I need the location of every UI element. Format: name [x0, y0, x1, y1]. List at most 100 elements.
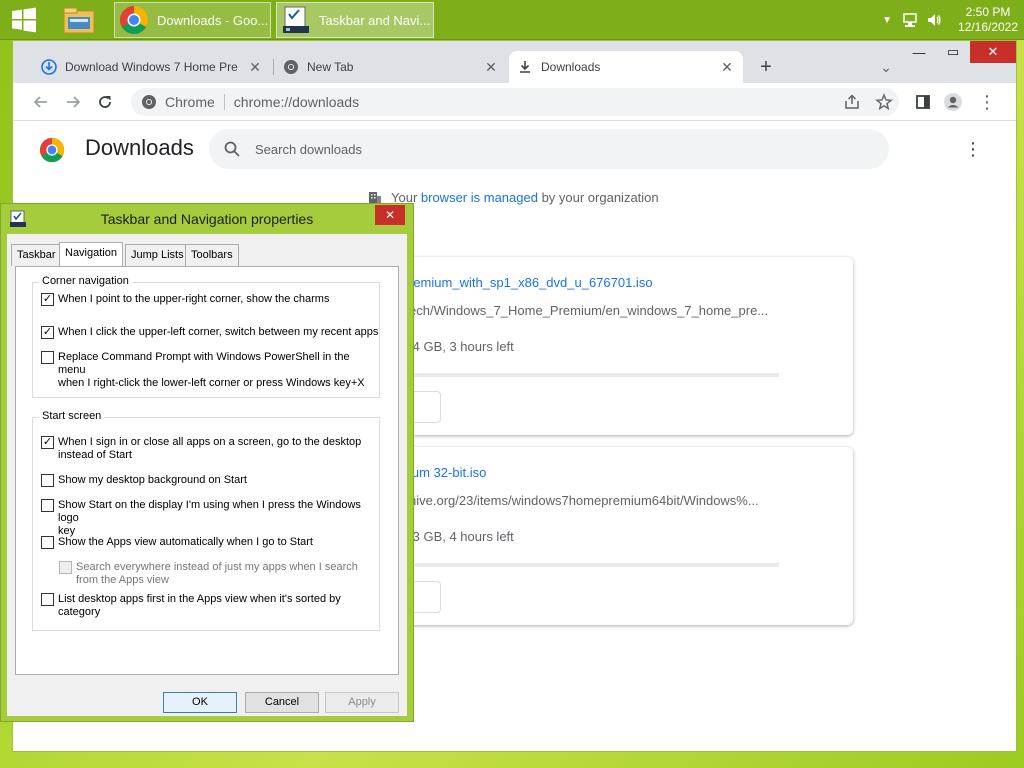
option-label: When I point to the upper-right corner, …: [58, 293, 330, 305]
option-recent-apps-corner[interactable]: ✓ When I click the upper-left corner, sw…: [41, 326, 378, 339]
site-info[interactable]: Chrome: [141, 94, 215, 110]
navigation-tab-panel: Corner navigation ✓ When I point to the …: [15, 266, 399, 675]
site-label: Chrome: [165, 94, 215, 110]
back-arrow-icon[interactable]: [29, 90, 53, 114]
tab-taskbar[interactable]: Taskbar: [11, 244, 62, 266]
checkbox-powershell[interactable]: [41, 351, 54, 364]
download-status: .3 GB, 4 hours left: [409, 529, 514, 544]
chrome-menu-icon[interactable]: ⋮: [975, 90, 999, 114]
tab-new-tab[interactable]: New Tab ✕: [275, 53, 507, 81]
managed-link[interactable]: browser is managed: [421, 190, 538, 205]
taskbar-navigation-dialog: Taskbar and Navigation properties ✕ Task…: [0, 203, 414, 722]
file-explorer-icon: [63, 7, 95, 34]
tab-close-icon[interactable]: ✕: [719, 59, 735, 76]
download-filename[interactable]: remium_with_sp1_x86_dvd_u_676701.iso: [409, 275, 653, 290]
bookmark-star-icon[interactable]: [875, 93, 893, 111]
download-item: ium 32-bit.iso hive.org/23/items/windows…: [393, 447, 853, 625]
download-icon: [41, 59, 57, 75]
group-title: Start screen: [39, 410, 105, 422]
tab-title: Download Windows 7 Home Pre: [65, 60, 238, 74]
minimize-button[interactable]: —: [902, 41, 936, 63]
checkbox-recent-apps-corner[interactable]: ✓: [41, 326, 54, 339]
tab-downloads[interactable]: Downloads ✕: [509, 51, 743, 83]
checkbox-apps-view[interactable]: [41, 536, 54, 549]
search-downloads-input[interactable]: Search downloads: [209, 129, 889, 169]
share-icon[interactable]: [843, 93, 861, 111]
option-apps-view[interactable]: Show the Apps view automatically when I …: [41, 536, 313, 549]
tab-close-icon[interactable]: ✕: [483, 59, 499, 76]
checkbox-charms-corner[interactable]: ✓: [41, 293, 54, 306]
tab-jump-lists[interactable]: Jump Lists: [125, 244, 190, 266]
dialog-body: Taskbar Navigation Jump Lists Toolbars C…: [7, 234, 407, 716]
option-label: Show my desktop background on Start: [58, 474, 247, 486]
chrome-icon: [142, 95, 156, 109]
checkbox-search-everywhere: [59, 561, 72, 574]
option-desktop-background[interactable]: Show my desktop background on Start: [41, 474, 247, 487]
windows-logo-icon: [12, 7, 36, 33]
search-icon: [224, 141, 240, 157]
taskbar-app-taskbar-properties[interactable]: Taskbar and Navi...: [276, 2, 434, 38]
chrome-tab-strip: — ▭ ✕ Download Windows 7 Home Pre ✕ New …: [13, 41, 1016, 121]
download-item: remium_with_sp1_x86_dvd_u_676701.iso ech…: [393, 257, 853, 435]
checkbox-desktop-apps-first[interactable]: [41, 593, 54, 606]
new-tab-plus-icon[interactable]: +: [754, 55, 778, 79]
maximize-button[interactable]: ▭: [936, 41, 970, 63]
corner-navigation-group: Corner navigation ✓ When I point to the …: [32, 275, 380, 398]
taskbar-app-label: Taskbar and Navi...: [319, 12, 431, 28]
address-bar[interactable]: Chrome chrome://downloads: [131, 88, 899, 116]
download-progress: [409, 373, 779, 377]
side-panel-icon[interactable]: [911, 90, 935, 114]
option-go-to-desktop[interactable]: ✓ When I sign in or close all apps on a …: [41, 436, 361, 462]
tab-title: New Tab: [307, 60, 354, 74]
clock-date: 12/16/2022: [957, 20, 1019, 34]
network-icon[interactable]: [902, 12, 918, 28]
downloads-more-icon[interactable]: ⋮: [961, 137, 985, 161]
download-filename[interactable]: ium 32-bit.iso: [409, 465, 486, 480]
taskbar-app-chrome[interactable]: Downloads - Goo...: [114, 2, 271, 38]
dialog-close-button[interactable]: ✕: [375, 205, 405, 225]
system-tray: ▼ 2:50 PM 12/16/2022: [882, 0, 1024, 40]
tab-separator: [273, 59, 274, 75]
profile-avatar-icon[interactable]: [941, 90, 965, 114]
window-controls: — ▭ ✕: [902, 41, 1016, 63]
file-explorer-button[interactable]: [62, 0, 102, 40]
tab-navigation[interactable]: Navigation: [59, 242, 123, 267]
download-progress: [409, 563, 779, 567]
ok-button[interactable]: OK: [163, 692, 237, 713]
volume-icon[interactable]: [926, 12, 942, 28]
tab-toolbars[interactable]: Toolbars: [185, 244, 239, 266]
apply-button: Apply: [325, 692, 399, 713]
browser-toolbar: Chrome chrome://downloads ⋮: [13, 83, 1016, 121]
url-text: chrome://downloads: [233, 94, 360, 110]
option-powershell[interactable]: Replace Command Prompt with Windows Powe…: [41, 351, 379, 390]
clock[interactable]: 2:50 PM 12/16/2022: [952, 5, 1024, 35]
start-screen-group: Start screen ✓ When I sign in or close a…: [32, 410, 380, 631]
forward-arrow-icon[interactable]: [61, 90, 85, 114]
option-label: When I sign in or close all apps on a sc…: [58, 436, 362, 461]
checkbox-go-to-desktop[interactable]: ✓: [41, 436, 54, 449]
dialog-title: Taskbar and Navigation properties: [100, 211, 314, 227]
checkbox-desktop-background[interactable]: [41, 474, 54, 487]
page-title: Downloads: [85, 135, 194, 160]
search-placeholder: Search downloads: [255, 141, 362, 157]
option-label: Show the Apps view automatically when I …: [58, 536, 313, 548]
start-button[interactable]: [8, 6, 40, 34]
reload-icon[interactable]: [93, 90, 117, 114]
option-desktop-apps-first[interactable]: List desktop apps first in the Apps view…: [41, 593, 341, 619]
show-hidden-icons-icon[interactable]: ▼: [882, 15, 892, 26]
cancel-button[interactable]: Cancel: [245, 692, 319, 713]
omnibox-divider: [223, 94, 225, 110]
download-url[interactable]: hive.org/23/items/windows7homepremium64b…: [409, 493, 759, 508]
taskbar-app-label: Downloads - Goo...: [157, 12, 269, 28]
option-charms-corner[interactable]: ✓ When I point to the upper-right corner…: [41, 293, 329, 306]
tab-close-icon[interactable]: ✕: [247, 59, 263, 76]
checkbox-start-on-display[interactable]: [41, 499, 54, 512]
option-label: Show Start on the display I'm using when…: [58, 499, 361, 537]
download-icon: [517, 59, 533, 75]
close-button[interactable]: ✕: [970, 41, 1016, 63]
download-url[interactable]: ech/Windows_7_Home_Premium/en_windows_7_…: [409, 303, 768, 318]
option-label: List desktop apps first in the Apps view…: [58, 593, 341, 618]
tab-download-windows[interactable]: Download Windows 7 Home Pre ✕: [33, 53, 271, 81]
option-start-on-display[interactable]: Show Start on the display I'm using when…: [41, 499, 379, 538]
tab-search-chevron-icon[interactable]: ⌄: [874, 55, 898, 79]
